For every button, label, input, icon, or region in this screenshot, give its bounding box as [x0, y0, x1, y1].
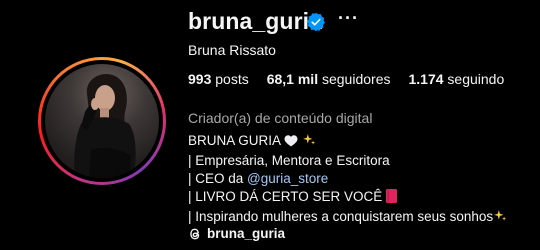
- book-icon: [386, 189, 398, 208]
- verified-badge-icon: [307, 12, 325, 32]
- bio-line-1-text: BRUNA GURIA: [188, 133, 281, 148]
- avatar[interactable]: [45, 64, 159, 178]
- more-options-button[interactable]: ···: [338, 8, 359, 29]
- followers-count-label: seguidores: [321, 71, 391, 87]
- profile-username: bruna_guria: [188, 8, 323, 34]
- followers-count-link[interactable]: 68,1 mil seguidores: [267, 71, 391, 87]
- following-count-label: seguindo: [447, 71, 505, 87]
- following-count-value: 1.174: [408, 71, 444, 87]
- threads-profile-link[interactable]: bruna_guria: [188, 226, 285, 241]
- bio-line-1: BRUNA GURIA: [188, 132, 507, 152]
- bio-line-4-text: | LIVRO DÁ CERTO SER VOCÊ: [188, 189, 383, 204]
- bio-line-4: | LIVRO DÁ CERTO SER VOCÊ: [188, 188, 507, 208]
- bio-line-3: | CEO da @guria_store: [188, 170, 507, 188]
- bio-line-3-prefix: | CEO da: [188, 171, 248, 186]
- posts-count: 993 posts: [188, 71, 249, 87]
- profile-avatar-story-ring[interactable]: [38, 57, 166, 224]
- bio-line-5-text: | Inspirando mulheres a conquistarem seu…: [188, 209, 494, 224]
- sparkles-icon: [302, 133, 316, 152]
- profile-category: Criador(a) de conteúdo digital: [188, 110, 373, 126]
- profile-full-name: Bruna Rissato: [188, 42, 276, 58]
- mention-link-guria-store[interactable]: @guria_store: [247, 171, 328, 186]
- bio-line-5: | Inspirando mulheres a conquistarem seu…: [188, 208, 507, 228]
- profile-stats: 993 posts 68,1 mil seguidores 1.174 segu…: [188, 71, 522, 87]
- posts-count-label: posts: [215, 71, 249, 87]
- followers-count-value: 68,1 mil: [266, 71, 319, 87]
- posts-count-value: 993: [188, 71, 212, 87]
- white-heart-icon: [284, 134, 298, 152]
- threads-icon: [190, 228, 200, 239]
- profile-bio: BRUNA GURIA | Empresária, Mentora e Escr…: [188, 132, 507, 228]
- sparkles-icon: [493, 209, 507, 228]
- threads-handle: bruna_guria: [207, 226, 286, 241]
- bio-line-2: | Empresária, Mentora e Escritora: [188, 153, 390, 168]
- avatar-photo: [74, 74, 136, 178]
- following-count-link[interactable]: 1.174 seguindo: [408, 71, 504, 87]
